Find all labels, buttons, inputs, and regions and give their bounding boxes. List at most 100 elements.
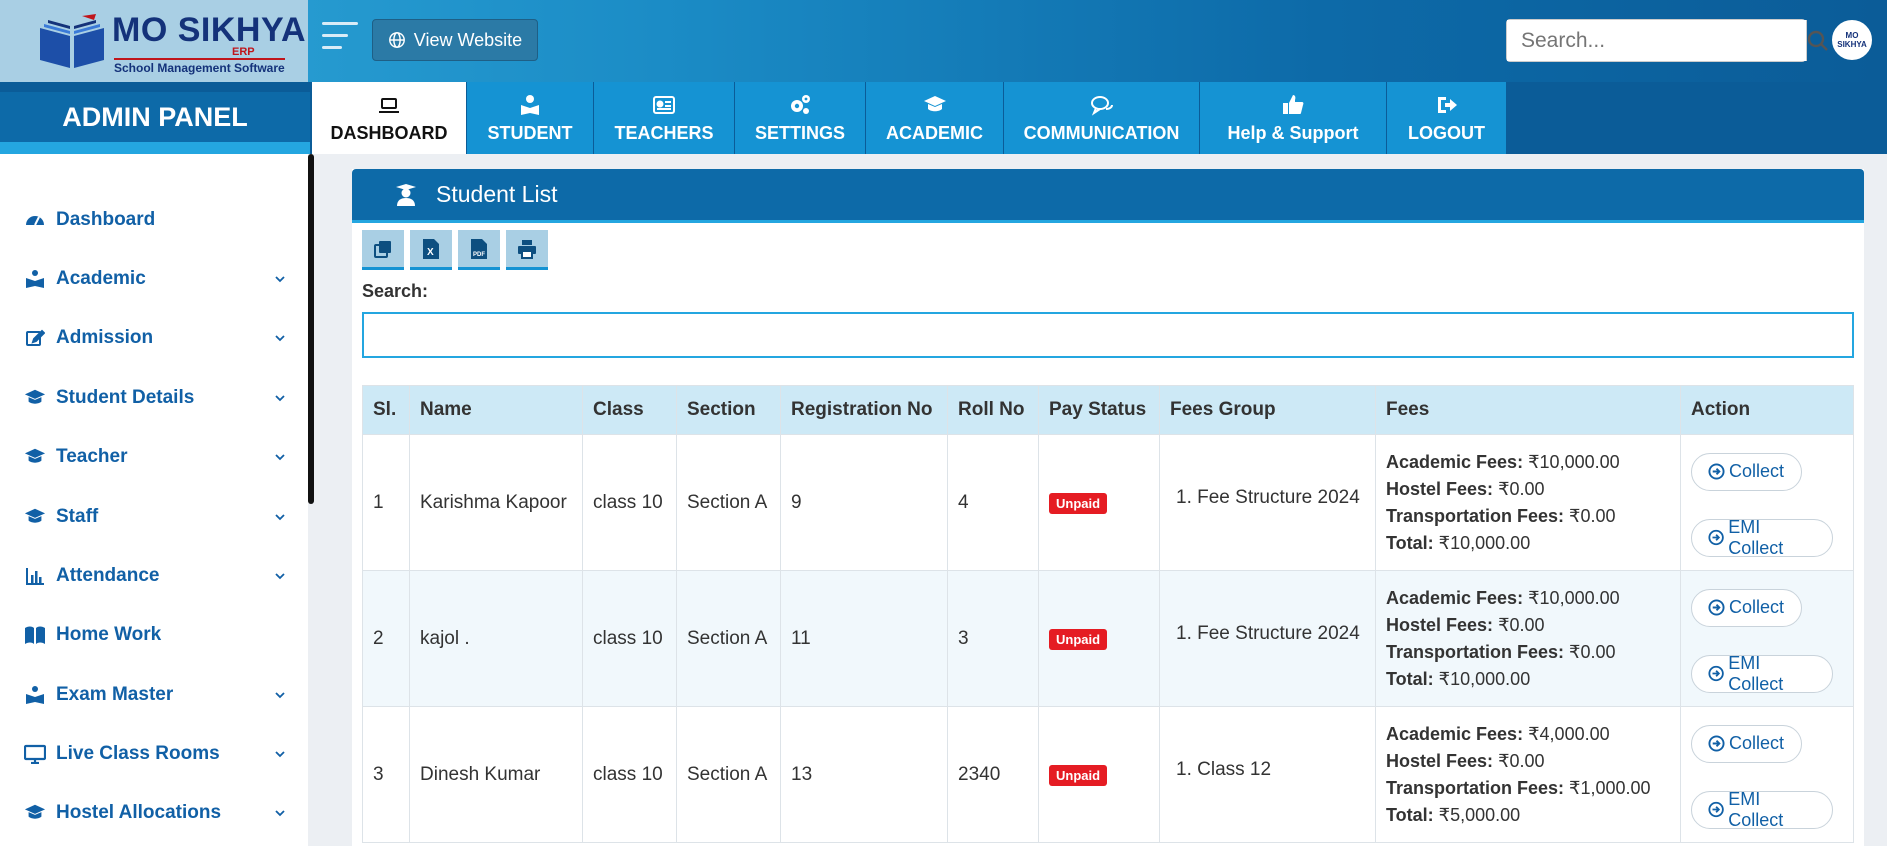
- fee-value: ₹0.00: [1498, 478, 1545, 499]
- collect-button[interactable]: Collect: [1691, 452, 1802, 491]
- thumbs-up-icon: [1283, 94, 1304, 114]
- col-header[interactable]: Fees Group: [1159, 385, 1376, 435]
- table-search-label: Search:: [362, 281, 429, 301]
- emi-collect-button[interactable]: EMI Collect: [1691, 789, 1833, 830]
- pdf-button[interactable]: PDF: [458, 230, 500, 270]
- print-button[interactable]: [506, 230, 548, 270]
- emi-collect-button[interactable]: EMI Collect: [1691, 517, 1833, 558]
- tab-academic[interactable]: ACADEMIC: [866, 82, 1004, 154]
- sidebar-item-dashboard[interactable]: Dashboard: [24, 205, 286, 235]
- collect-label: Collect: [1729, 597, 1785, 617]
- cell-name: Dinesh Kumar: [409, 706, 583, 843]
- chevron-down-icon: [275, 692, 285, 699]
- fee-label: Hostel Fees:: [1386, 750, 1494, 771]
- fee-label: Transportation Fees:: [1386, 641, 1565, 662]
- cell-pay-status: Unpaid: [1038, 570, 1160, 707]
- sidebar-item-live-class-rooms[interactable]: Live Class Rooms: [24, 739, 286, 769]
- excel-button[interactable]: X: [410, 230, 452, 270]
- sidebar-item-label: Home Work: [56, 624, 162, 645]
- tab-settings[interactable]: SETTINGS: [735, 82, 866, 154]
- logo[interactable]: MO SIKHYA ERP School Management Software: [0, 0, 308, 82]
- tab-help-support[interactable]: Help & Support: [1200, 82, 1387, 154]
- tab-label: STUDENT: [487, 122, 573, 143]
- tab-communication[interactable]: COMMUNICATION: [1004, 82, 1200, 154]
- cell-fees-group: 1. Class 12: [1159, 706, 1376, 843]
- tab-dashboard[interactable]: DASHBOARD: [312, 82, 467, 154]
- arrow-circle-right-icon: [1708, 599, 1725, 616]
- col-header[interactable]: Fees: [1375, 385, 1681, 435]
- fee-value: ₹0.00: [1498, 750, 1545, 771]
- emi-collect-button[interactable]: EMI Collect: [1691, 653, 1833, 694]
- fee-label: Academic Fees:: [1386, 587, 1524, 608]
- col-header[interactable]: Name: [409, 385, 583, 435]
- cell-fees-group: 1. Fee Structure 2024: [1159, 570, 1376, 707]
- table-search-input[interactable]: [362, 312, 1854, 358]
- avatar[interactable]: MO SIKHYA: [1832, 20, 1872, 60]
- search-input[interactable]: [1507, 20, 1807, 61]
- sidebar-item-exam-master[interactable]: Exam Master: [24, 680, 286, 710]
- sidebar-item-academic[interactable]: Academic: [24, 264, 286, 294]
- sidebar-item-attendance[interactable]: Attendance: [24, 561, 286, 591]
- fees-group-text: 1. Fee Structure 2024: [1176, 486, 1360, 508]
- collect-button[interactable]: Collect: [1691, 588, 1802, 627]
- sidebar-item-hostel-allocations[interactable]: Hostel Allocations: [24, 798, 286, 828]
- sidebar-item-label: Teacher: [56, 446, 128, 467]
- avatar-text: MO SIKHYA: [1837, 31, 1867, 49]
- fee-value: ₹0.00: [1498, 614, 1545, 635]
- sidebar-item-label: Hostel Allocations: [56, 802, 222, 823]
- col-header[interactable]: Pay Status: [1038, 385, 1160, 435]
- brand-erp: ERP: [232, 46, 255, 58]
- brand-subtitle: School Management Software: [114, 58, 285, 75]
- col-header[interactable]: Sl.: [362, 385, 410, 435]
- col-header[interactable]: Action: [1680, 385, 1854, 435]
- fee-value: ₹0.00: [1569, 641, 1616, 662]
- dashboard-icon: [24, 209, 46, 231]
- cell-roll: 2340: [947, 706, 1039, 843]
- col-header[interactable]: Registration No: [780, 385, 948, 435]
- collect-label: Collect: [1729, 461, 1785, 481]
- reader-icon: [24, 268, 46, 290]
- status-badge: Unpaid: [1049, 492, 1108, 514]
- tab-label: SETTINGS: [754, 122, 845, 143]
- copy-button[interactable]: [362, 230, 404, 270]
- arrow-circle-right-icon: [1708, 735, 1725, 752]
- book-logo-icon: [40, 14, 104, 68]
- fee-value: ₹1,000.00: [1569, 777, 1651, 798]
- sidebar-item-staff[interactable]: Staff: [24, 502, 286, 532]
- search-button[interactable]: [1807, 20, 1829, 61]
- cell-name: kajol .: [409, 570, 583, 707]
- sidebar-item-label: Dashboard: [56, 209, 156, 230]
- sidebar-item-admission[interactable]: Admission: [24, 323, 286, 353]
- tab-teachers[interactable]: TEACHERS: [594, 82, 735, 154]
- cell-section: Section A: [676, 434, 781, 571]
- fees-group-text: 1. Class 12: [1176, 758, 1272, 780]
- view-website-button[interactable]: View Website: [372, 19, 538, 61]
- chevron-down-icon: [275, 810, 285, 817]
- sidebar-item-home-work[interactable]: Home Work: [24, 620, 286, 650]
- monitor-icon: [24, 743, 46, 765]
- col-header[interactable]: Section: [676, 385, 781, 435]
- fee-label: Hostel Fees:: [1386, 614, 1494, 635]
- cell-pay-status: Unpaid: [1038, 706, 1160, 843]
- sidebar: Dashboard Academic Admission Student Det…: [0, 154, 308, 846]
- tab-student[interactable]: STUDENT: [467, 82, 594, 154]
- cell-sl: 1: [362, 434, 410, 571]
- sidebar-scrollbar[interactable]: [308, 154, 314, 504]
- cell-section: Section A: [676, 570, 781, 707]
- sidebar-item-label: Live Class Rooms: [56, 743, 220, 764]
- arrow-circle-right-icon: [1708, 801, 1724, 818]
- global-search: [1506, 19, 1828, 62]
- tab-label: LOGOUT: [1408, 122, 1485, 143]
- edit-icon: [24, 327, 46, 349]
- sidebar-item-student-details[interactable]: Student Details: [24, 383, 286, 413]
- tab-logout[interactable]: LOGOUT: [1387, 82, 1507, 154]
- fee-label: Transportation Fees:: [1386, 777, 1565, 798]
- col-header[interactable]: Class: [582, 385, 677, 435]
- collect-button[interactable]: Collect: [1691, 724, 1802, 763]
- sidebar-item-teacher[interactable]: Teacher: [24, 442, 286, 472]
- status-badge: Unpaid: [1049, 628, 1108, 650]
- student-list-panel: Student List X PDF Search: Sl. Name Clas…: [352, 169, 1864, 846]
- col-header[interactable]: Roll No: [947, 385, 1039, 435]
- fee-value: ₹10,000.00: [1438, 532, 1531, 553]
- menu-toggle-icon[interactable]: [322, 22, 358, 54]
